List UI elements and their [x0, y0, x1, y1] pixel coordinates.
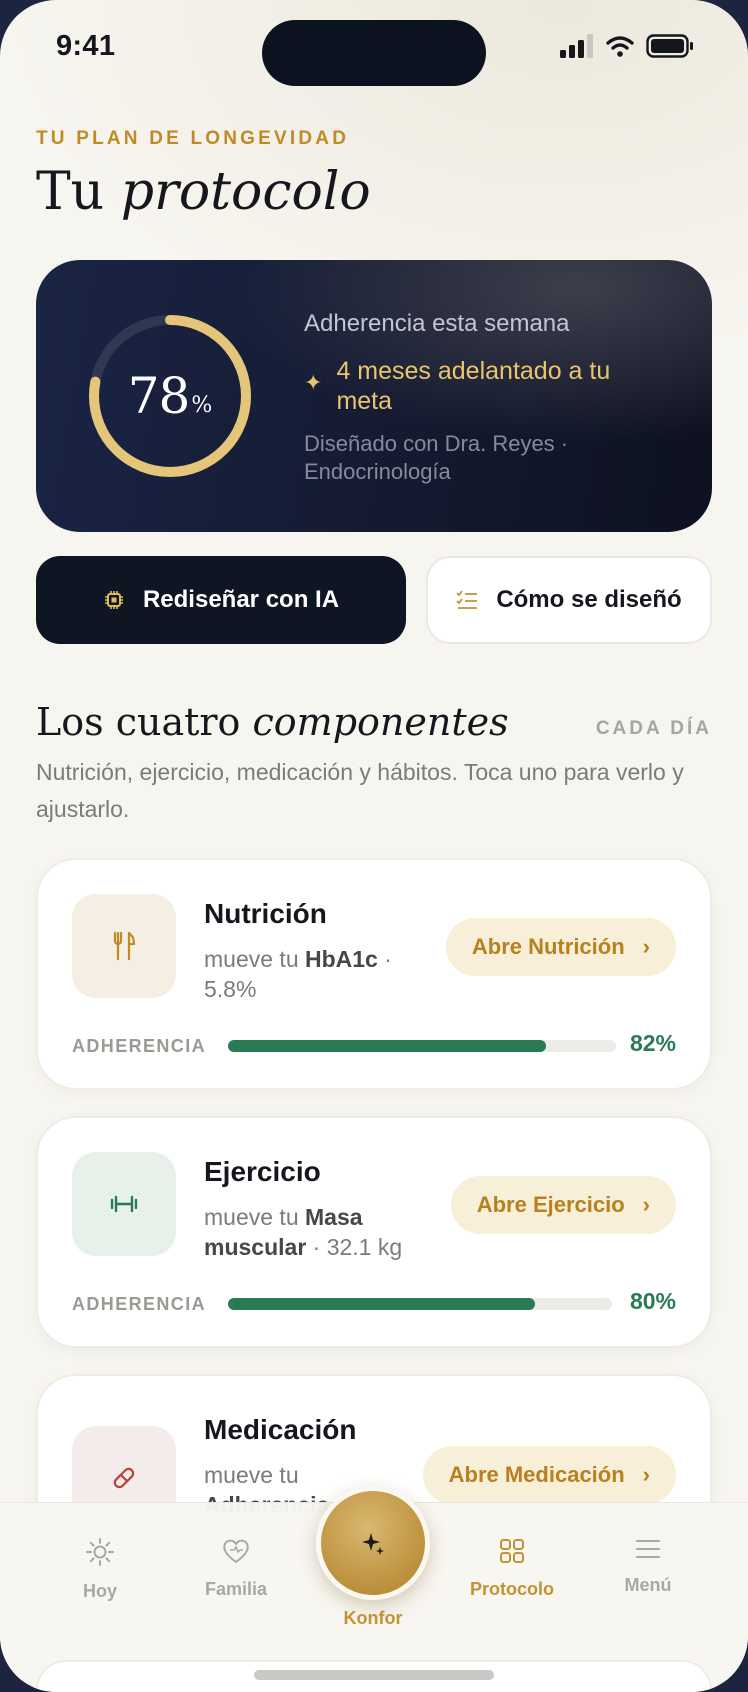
open-button-label: Abre Ejercicio	[476, 1192, 625, 1217]
tab-menu[interactable]: Menú	[588, 1537, 708, 1596]
adherence-value: 78%	[84, 310, 256, 482]
app-screen: 9:41 TU PLAN DE LONGEVIDAD Tu protocolo …	[0, 0, 748, 1692]
tab-protocolo[interactable]: Protocolo	[452, 1537, 572, 1600]
konfor-label: Konfor	[343, 1608, 403, 1628]
adherence-label: Adherencia esta semana	[304, 310, 570, 337]
component-name: Ejercicio	[204, 1156, 321, 1187]
open-ejercicio-button[interactable]: Abre Ejercicio ›	[450, 1176, 676, 1234]
component-subtitle: mueve tu Masa muscular · 32.1 kg	[204, 1202, 424, 1262]
tab-hoy[interactable]: Hoy	[40, 1537, 160, 1602]
open-button-label: Abre Nutrición	[471, 934, 625, 959]
tab-label: Protocolo	[470, 1579, 554, 1599]
component-card-nutricion[interactable]: Nutrición mueve tu HbA1c · 5.8% Abre Nut…	[36, 858, 712, 1090]
subtitle-prefix: mueve tu	[204, 1462, 299, 1488]
adherence-bar-fill	[228, 1298, 536, 1310]
how-designed-label: Cómo se diseñó	[496, 586, 682, 613]
page-title: Tu protocolo	[36, 162, 371, 222]
sun-icon	[86, 1538, 114, 1566]
checklist-icon	[456, 590, 478, 609]
wifi-icon	[606, 36, 634, 57]
adherence-caption: ADHERENCIA	[72, 1036, 207, 1056]
konfor-fab-button[interactable]	[316, 1486, 430, 1600]
dumbbell-icon	[72, 1152, 176, 1256]
adherence-card[interactable]: 78% Adherencia esta semana ✦ 4 meses ade…	[36, 260, 712, 532]
page-title-italic: protocolo	[120, 162, 371, 222]
subtitle-prefix: mueve tu	[204, 1204, 305, 1230]
component-subtitle: mueve tu HbA1c · 5.8%	[204, 944, 424, 1004]
subtitle-value: · 32.1 kg	[306, 1234, 403, 1260]
chevron-right-icon: ›	[642, 934, 650, 959]
grid-icon	[500, 1539, 524, 1563]
adherence-percent: 80%	[629, 1288, 676, 1314]
adherence-percent: 82%	[629, 1030, 676, 1056]
tab-familia[interactable]: Familia	[176, 1537, 296, 1600]
status-icons	[560, 34, 694, 58]
sparkle-icon	[362, 1533, 384, 1555]
signal-icon	[560, 34, 593, 58]
adherence-bar-fill	[228, 1040, 547, 1052]
redesign-ai-label: Rediseñar con IA	[142, 586, 340, 613]
tab-label: Menú	[624, 1575, 672, 1595]
open-button-label: Abre Medicación	[448, 1462, 625, 1487]
eyebrow-label: TU PLAN DE LONGEVIDAD	[36, 128, 350, 149]
section-title-italic: componentes	[252, 700, 509, 744]
adherence-unit: %	[191, 392, 213, 418]
adherence-ahead: ✦ 4 meses adelantado a tu meta	[304, 356, 664, 416]
component-name: Medicación	[204, 1414, 357, 1445]
how-designed-button[interactable]: Cómo se diseñó	[426, 556, 712, 644]
section-title-plain: Los cuatro	[36, 700, 253, 744]
open-medicacion-button[interactable]: Abre Medicación ›	[422, 1446, 676, 1504]
dynamic-island	[262, 20, 486, 86]
fork-knife-icon	[72, 894, 176, 998]
chevron-right-icon: ›	[642, 1192, 650, 1217]
component-card-ejercicio[interactable]: Ejercicio mueve tu Masa muscular · 32.1 …	[36, 1116, 712, 1348]
battery-icon	[646, 34, 693, 58]
subtitle-metric: HbA1c	[305, 946, 378, 972]
chevron-right-icon: ›	[642, 1462, 650, 1487]
tab-label: Familia	[204, 1579, 268, 1599]
subtitle-prefix: mueve tu	[204, 946, 305, 972]
section-description: Nutrición, ejercicio, medicación y hábit…	[36, 759, 684, 822]
adherence-caption: ADHERENCIA	[72, 1294, 207, 1314]
adherence-bar	[228, 1040, 616, 1052]
section-title: Los cuatro componentes	[36, 700, 509, 744]
menu-icon	[636, 1540, 660, 1558]
page-title-plain: Tu	[36, 162, 121, 222]
home-indicator[interactable]	[254, 1670, 494, 1680]
redesign-ai-button[interactable]: Rediseñar con IA	[36, 556, 406, 644]
heart-icon	[223, 1539, 249, 1563]
section-tag: CADA DÍA	[595, 718, 712, 739]
designed-by-text: Diseñado con Dra. Reyes · Endocrinología	[304, 431, 569, 484]
chip-icon	[104, 591, 123, 609]
tab-label: Hoy	[82, 1581, 117, 1601]
sparkle-icon: ✦	[304, 370, 323, 395]
adherence-bar	[228, 1298, 612, 1310]
adherence-number: 78	[127, 367, 191, 425]
status-time: 9:41	[56, 30, 116, 62]
adherence-ahead-text: 4 meses adelantado a tu meta	[336, 357, 611, 415]
open-nutricion-button[interactable]: Abre Nutrición ›	[445, 918, 676, 976]
component-name: Nutrición	[204, 898, 327, 929]
